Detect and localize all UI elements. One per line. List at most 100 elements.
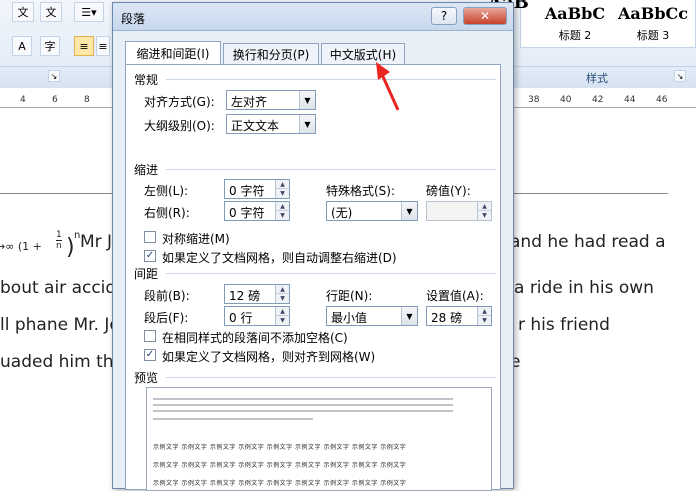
indent-right-value: 0 字符	[229, 206, 265, 220]
preview-sample-line: 示例文字 示例文字 示例文字 示例文字 示例文字 示例文字 示例文字 示例文字 …	[153, 462, 407, 469]
space-before-label: 段前(B):	[144, 289, 190, 303]
chevron-down-icon: ▼	[401, 202, 417, 220]
math-fraction: 1n	[56, 230, 62, 251]
tab-indent-spacing[interactable]: 缩进和间距(I)	[125, 41, 221, 65]
section-divider	[166, 273, 496, 274]
ruler-tick: 42	[592, 95, 604, 105]
line-spacing-label: 行距(N):	[326, 289, 373, 303]
spacing-at-spinner[interactable]: 28 磅 ▲ ▼	[426, 306, 492, 326]
ruler-tick: 40	[560, 95, 572, 105]
annotation-arrow-icon	[376, 62, 400, 111]
spin-down-icon[interactable]: ▼	[477, 316, 491, 325]
spin-up-icon[interactable]: ▲	[477, 307, 491, 316]
alignment-label: 对齐方式(G):	[144, 95, 215, 109]
preview-prev-line	[153, 410, 453, 412]
indent-left-spinner[interactable]: 0 字符 ▲ ▼	[224, 179, 290, 199]
outline-level-label: 大纲级别(O):	[144, 119, 215, 133]
A-icon[interactable]: A	[12, 36, 32, 56]
doc-text: a ride in his own	[514, 278, 654, 298]
styles-group-label: 样式	[586, 72, 608, 85]
doc-text: Mr J	[80, 232, 113, 252]
ruler-tick: 8	[84, 95, 90, 105]
dialog-title: 段落	[121, 12, 146, 26]
wen-icon[interactable]: 文	[12, 2, 34, 22]
list-icon[interactable]: ☰▾	[74, 2, 104, 22]
doc-text: bout air accide	[0, 278, 127, 298]
spin-down-icon[interactable]: ▼	[275, 189, 289, 198]
alignment-value: 左对齐	[231, 95, 268, 109]
special-indent-value: (无)	[331, 206, 353, 220]
chevron-down-icon: ▼	[401, 307, 417, 325]
close-button[interactable]: ✕	[463, 7, 507, 25]
style-heading3[interactable]: AaBbCc 标题 3	[613, 0, 693, 48]
indent-left-label: 左侧(L):	[144, 184, 189, 198]
spin-up-icon[interactable]: ▲	[275, 307, 289, 316]
tab-panel: 常规 对齐方式(G): 左对齐 ▼ 大纲级别(O): 正文文本 ▼ 缩进 左侧(…	[125, 64, 501, 491]
paragraph-dialog: 段落 ? ✕ 缩进和间距(I) 换行和分页(P) 中文版式(H) 常规 对齐方式…	[112, 2, 514, 491]
section-spacing: 间距	[134, 267, 159, 281]
spin-down-icon[interactable]: ▼	[275, 316, 289, 325]
styles-launcher-icon[interactable]: ↘	[674, 70, 686, 82]
outline-level-value: 正文文本	[231, 119, 280, 133]
indent-by-label: 磅值(Y):	[426, 184, 471, 198]
space-before-spinner[interactable]: 12 磅 ▲ ▼	[224, 284, 290, 304]
snap-to-grid-checkbox[interactable]: ✓	[144, 349, 156, 361]
spin-down-icon[interactable]: ▼	[477, 211, 491, 220]
special-indent-label: 特殊格式(S):	[326, 184, 396, 198]
chevron-down-icon: ▼	[299, 115, 315, 133]
phonetic-icon[interactable]: 字	[40, 36, 60, 56]
indent-left-value: 0 字符	[229, 184, 265, 198]
tab-line-page-breaks[interactable]: 换行和分页(P)	[223, 43, 319, 65]
section-divider	[166, 79, 496, 80]
spin-up-icon[interactable]: ▲	[275, 285, 289, 294]
doc-text: ll phane Mr. Jo	[0, 315, 120, 335]
line-spacing-select[interactable]: 最小值 ▼	[326, 306, 418, 326]
doc-text: r his friend	[518, 315, 610, 335]
doc-text: and he had read a	[510, 232, 666, 252]
spin-up-icon[interactable]: ▲	[275, 202, 289, 211]
preview-prev-line	[153, 398, 453, 400]
mirror-indent-checkbox[interactable]	[144, 231, 156, 243]
doc-text: uaded him tha	[0, 352, 124, 372]
ruler-tick: 6	[52, 95, 58, 105]
indent-right-spinner[interactable]: 0 字符 ▲ ▼	[224, 201, 290, 221]
preview-sample-line: 示例文字 示例文字 示例文字 示例文字 示例文字 示例文字 示例文字 示例文字 …	[153, 480, 407, 487]
space-after-spinner[interactable]: 0 行 ▲ ▼	[224, 306, 290, 326]
help-button[interactable]: ?	[431, 7, 457, 25]
spin-up-icon[interactable]: ▲	[477, 202, 491, 211]
spin-up-icon[interactable]: ▲	[275, 180, 289, 189]
math-limit: →∞ (1 +	[0, 240, 42, 253]
ruler-tick: 4	[20, 95, 26, 105]
section-indent: 缩进	[134, 163, 159, 177]
space-after-value: 0 行	[229, 311, 253, 325]
alignment-select[interactable]: 左对齐 ▼	[226, 90, 316, 110]
styles-gallery[interactable]: AaBbC 标题 2 AaBbCc 标题 3	[520, 0, 696, 48]
ruler-tick: 44	[624, 95, 636, 105]
chevron-down-icon: ▼	[299, 91, 315, 109]
outline-level-select[interactable]: 正文文本 ▼	[226, 114, 316, 134]
wen-icon[interactable]: 文	[40, 2, 62, 22]
spacing-at-label: 设置值(A):	[426, 289, 484, 303]
auto-right-indent-checkbox[interactable]: ✓	[144, 250, 156, 262]
spacing-at-value: 28 磅	[431, 311, 463, 325]
spin-down-icon[interactable]: ▼	[275, 211, 289, 220]
align-left-icon[interactable]: ≡	[74, 36, 94, 56]
font-launcher-icon[interactable]: ↘	[48, 70, 60, 82]
no-space-same-style-label: 在相同样式的段落间不添加空格(C)	[162, 331, 348, 345]
space-before-value: 12 磅	[229, 289, 261, 303]
paragraph-preview: 示例文字 示例文字 示例文字 示例文字 示例文字 示例文字 示例文字 示例文字 …	[146, 387, 492, 491]
spin-down-icon[interactable]: ▼	[275, 294, 289, 303]
style-heading2[interactable]: AaBbC 标题 2	[539, 0, 611, 48]
special-indent-select[interactable]: (无) ▼	[326, 201, 418, 221]
ruler-tick: 46	[656, 95, 668, 105]
preview-sample-line: 示例文字 示例文字 示例文字 示例文字 示例文字 示例文字 示例文字 示例文字 …	[153, 444, 407, 451]
section-preview: 预览	[134, 371, 159, 385]
preview-prev-line	[153, 404, 453, 406]
section-divider	[166, 377, 496, 378]
indent-by-spinner[interactable]: ▲ ▼	[426, 201, 492, 221]
no-space-same-style-checkbox[interactable]	[144, 330, 156, 342]
align-center-icon[interactable]: ≡	[96, 36, 110, 56]
mirror-indent-label: 对称缩进(M)	[162, 232, 230, 246]
dialog-titlebar[interactable]: 段落 ? ✕	[113, 3, 513, 31]
line-spacing-value: 最小值	[331, 311, 368, 325]
